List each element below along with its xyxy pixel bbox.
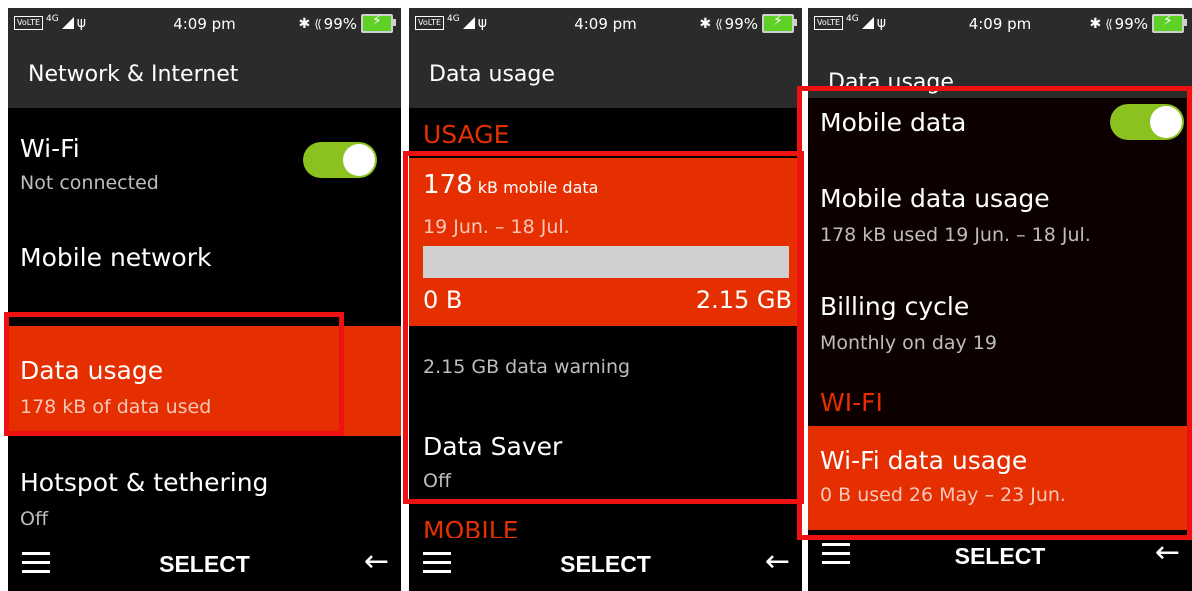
hotspot-status: Off (20, 508, 49, 530)
mobile-network-item[interactable]: Mobile network (8, 213, 401, 313)
screen-network-internet: VoLTE 4G ψ 4:09 pm ✱ ⟨⟨ 99% ⚡ Network & … (8, 8, 401, 591)
hotspot-label: Hotspot & tethering (20, 468, 269, 497)
bluetooth-icon: ✱ (1089, 15, 1102, 32)
battery-charging-icon: ⚡ (361, 13, 396, 33)
vibrate-icon: ⟨⟨ (715, 16, 723, 31)
softkey-bar: SELECT ← (8, 538, 401, 591)
wifi-item[interactable]: Wi-Fi Not connected (8, 108, 401, 208)
bluetooth-icon: ✱ (298, 15, 311, 32)
softkey-bar: SELECT ← (808, 531, 1192, 591)
app-header: Data usage (409, 42, 802, 108)
battery-percent: 99% (323, 14, 357, 33)
select-softkey[interactable]: SELECT (8, 551, 401, 578)
battery-charging-icon: ⚡ (762, 13, 797, 33)
section-usage-header: USAGE (423, 120, 510, 149)
highlight-box-usage-summary (403, 151, 804, 504)
highlight-box-data-usage (4, 312, 344, 436)
status-bar: VoLTE 4G ψ 4:09 pm ✱ ⟨⟨ 99% ⚡ (8, 8, 401, 42)
wifi-label: Wi-Fi (20, 134, 80, 163)
page-title: Data usage (429, 62, 555, 87)
softkey-bar: SELECT ← (409, 538, 802, 591)
highlight-box-wifi-usage (797, 86, 1192, 540)
battery-percent: 99% (724, 14, 758, 33)
hotspot-item[interactable]: Hotspot & tethering Off (8, 438, 401, 538)
vibrate-icon: ⟨⟨ (314, 16, 322, 31)
app-header: Network & Internet (8, 42, 401, 108)
select-softkey[interactable]: SELECT (808, 543, 1192, 570)
status-bar: VoLTE 4G ψ 4:09 pm ✱ ⟨⟨ 99% ⚡ (808, 8, 1192, 42)
page-title: Network & Internet (28, 62, 239, 87)
battery-charging-icon: ⚡ (1152, 13, 1187, 33)
wifi-toggle[interactable] (303, 142, 377, 178)
back-arrow-icon[interactable]: ← (765, 544, 790, 579)
back-arrow-icon[interactable]: ← (1155, 535, 1180, 570)
select-softkey[interactable]: SELECT (409, 551, 802, 578)
bluetooth-icon: ✱ (699, 15, 712, 32)
vibrate-icon: ⟨⟨ (1105, 16, 1113, 31)
wifi-status: Not connected (20, 172, 159, 194)
battery-percent: 99% (1114, 14, 1148, 33)
mobile-network-label: Mobile network (20, 243, 212, 272)
toggle-knob (343, 144, 375, 176)
status-bar: VoLTE 4G ψ 4:09 pm ✱ ⟨⟨ 99% ⚡ (409, 8, 802, 42)
back-arrow-icon[interactable]: ← (364, 544, 389, 579)
